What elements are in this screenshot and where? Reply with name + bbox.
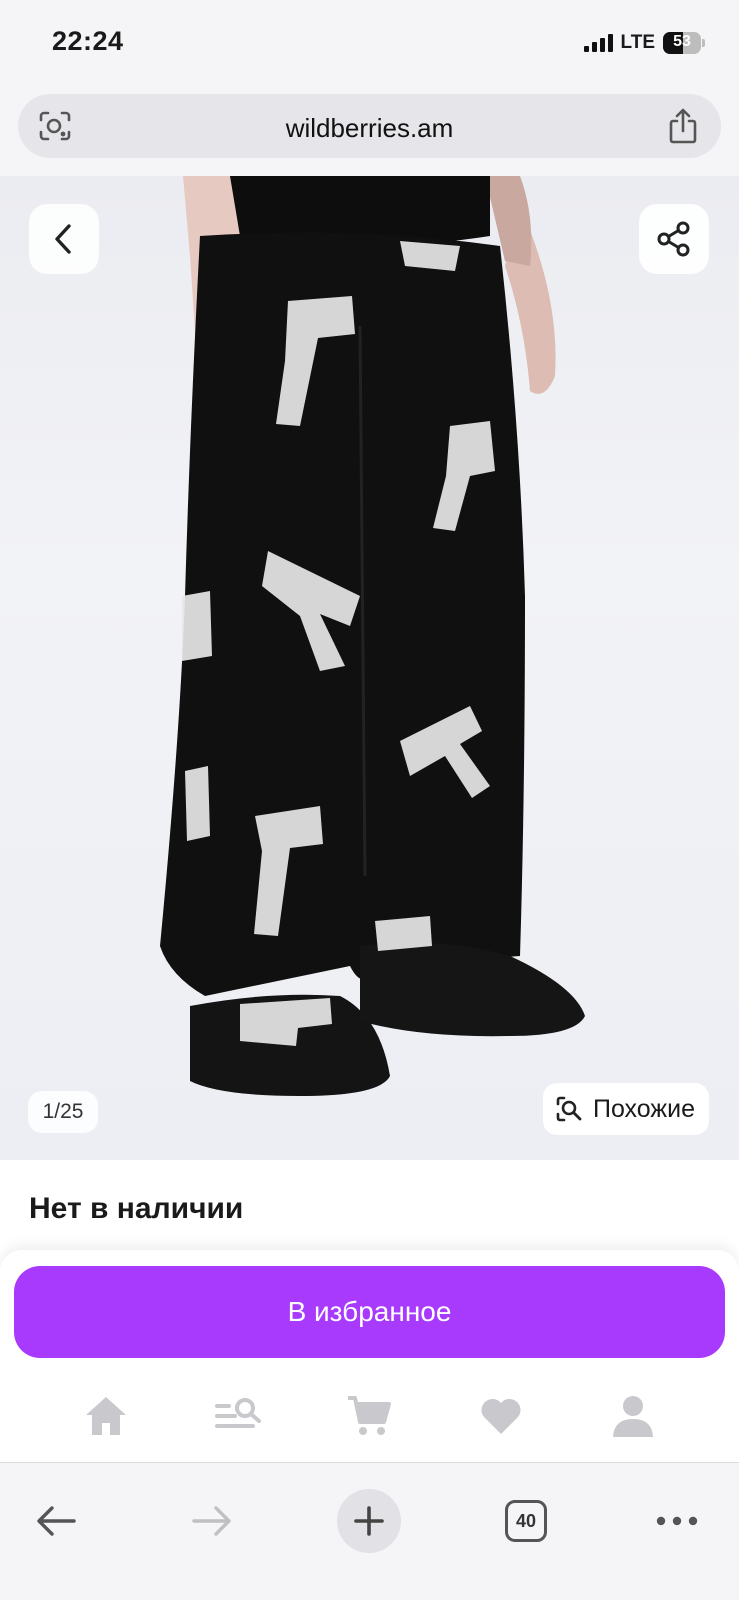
battery-icon: 53 bbox=[663, 32, 705, 54]
chevron-left-icon bbox=[55, 224, 71, 254]
battery-level: 53 bbox=[673, 33, 691, 50]
status-time: 22:24 bbox=[52, 26, 124, 56]
share-icon[interactable] bbox=[667, 107, 699, 145]
nav-home[interactable] bbox=[76, 1386, 136, 1446]
cart-icon bbox=[348, 1396, 392, 1435]
tabs-icon: 40 bbox=[505, 1500, 547, 1542]
profile-icon bbox=[613, 1396, 654, 1437]
nav-catalog[interactable] bbox=[208, 1386, 268, 1446]
browser-forward-button[interactable] bbox=[180, 1489, 244, 1553]
more-menu-button[interactable] bbox=[645, 1489, 709, 1553]
nav-favorites[interactable] bbox=[471, 1386, 531, 1446]
home-icon bbox=[85, 1397, 126, 1435]
nav-cart[interactable] bbox=[339, 1386, 399, 1446]
new-tab-button[interactable] bbox=[337, 1489, 401, 1553]
browser-toolbar: 40 bbox=[0, 1462, 739, 1600]
status-indicators: LTE 53 bbox=[583, 32, 705, 54]
favorites-icon bbox=[481, 1398, 521, 1434]
nav-profile[interactable] bbox=[603, 1386, 663, 1446]
browser-back-button[interactable] bbox=[24, 1489, 88, 1553]
add-to-favorites-button[interactable]: В избранное bbox=[14, 1266, 725, 1358]
plus-icon bbox=[354, 1506, 384, 1536]
app-bottom-nav bbox=[0, 1370, 739, 1462]
product-gallery[interactable]: 1/25 Похожие bbox=[0, 176, 739, 1160]
signal-icon bbox=[583, 34, 613, 52]
similar-label: Похожие bbox=[592, 1094, 695, 1123]
address-bar[interactable]: wildberries.am bbox=[18, 94, 721, 158]
share-nodes-icon bbox=[657, 221, 690, 257]
more-icon bbox=[656, 1516, 698, 1526]
status-bar: 22:24 LTE 53 bbox=[0, 0, 739, 88]
similar-search-icon bbox=[556, 1096, 582, 1122]
tabs-button[interactable]: 40 bbox=[494, 1489, 558, 1553]
product-photo bbox=[160, 176, 585, 1096]
back-button[interactable] bbox=[29, 204, 99, 274]
availability-section: Нет в наличии bbox=[0, 1160, 739, 1250]
back-arrow-icon bbox=[37, 1506, 76, 1536]
browser-address-area: wildberries.am bbox=[0, 88, 739, 176]
availability-status: Нет в наличии bbox=[29, 1192, 244, 1225]
catalog-search-icon bbox=[214, 1398, 261, 1428]
cta-panel: В избранное bbox=[0, 1250, 739, 1370]
share-button[interactable] bbox=[639, 204, 709, 274]
network-type: LTE bbox=[620, 32, 655, 53]
forward-arrow-icon bbox=[192, 1506, 231, 1536]
url-text: wildberries.am bbox=[285, 113, 454, 143]
similar-button[interactable]: Похожие bbox=[542, 1083, 709, 1135]
image-counter: 1/25 bbox=[28, 1091, 98, 1133]
